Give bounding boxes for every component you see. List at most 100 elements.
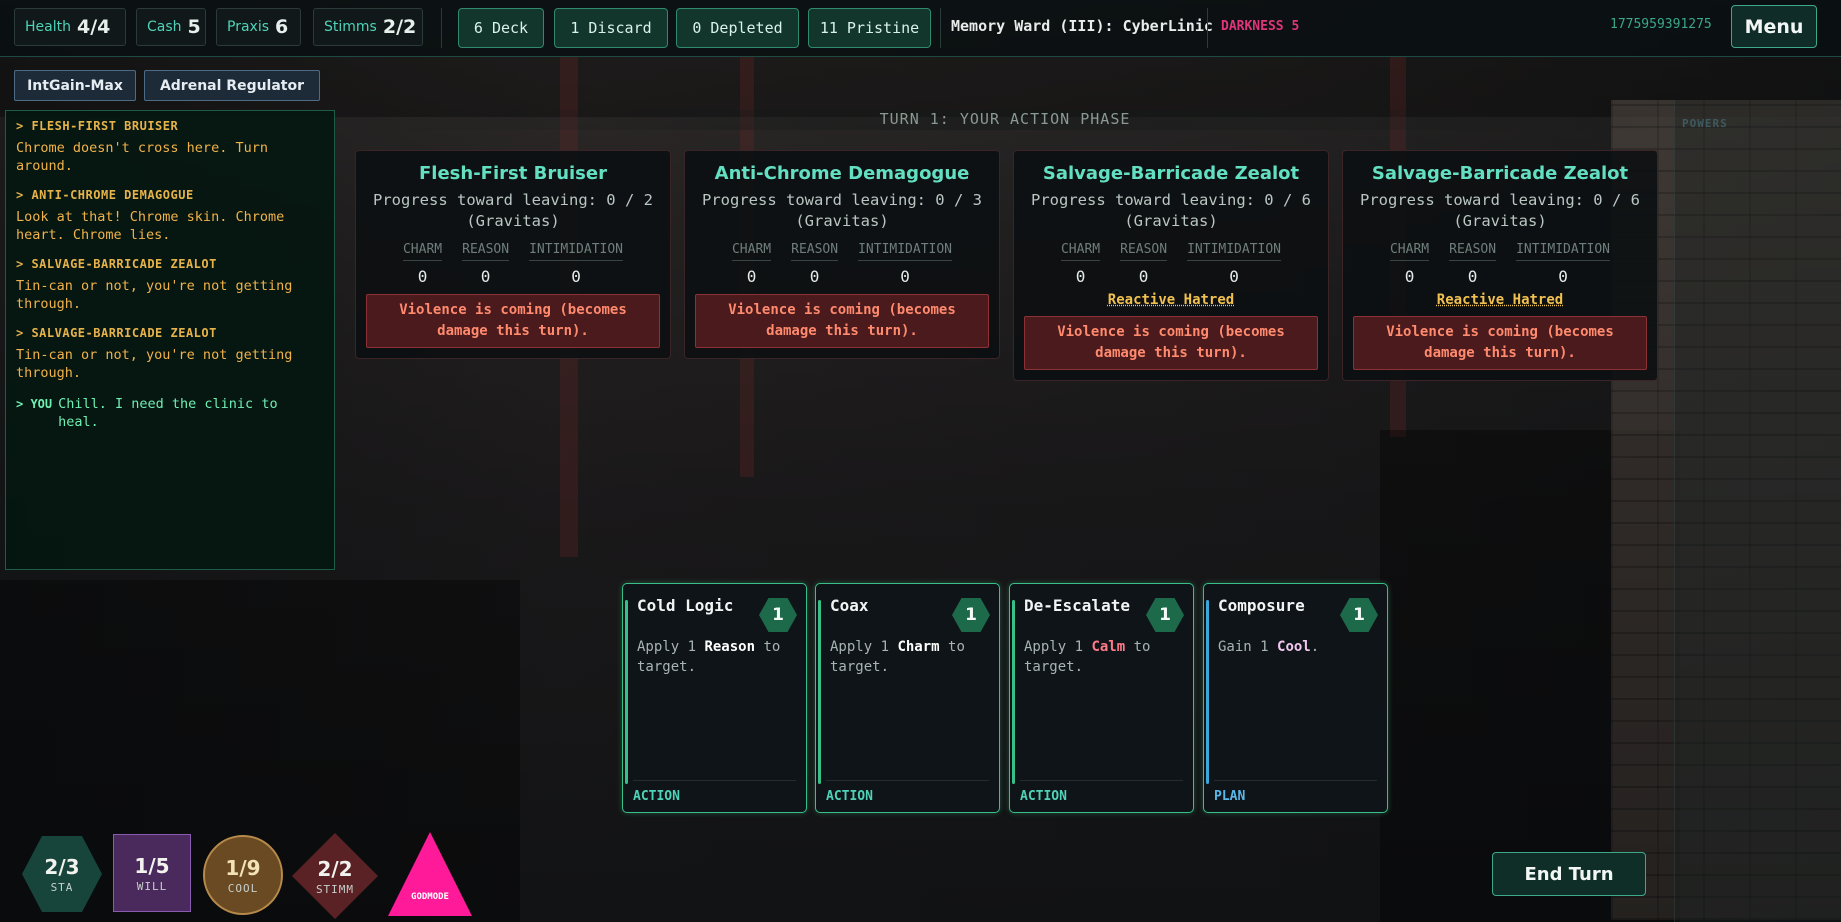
card-description: Apply 1 Calm to target.: [1024, 639, 1151, 675]
enemy-name: Salvage-Barricade Zealot: [1371, 163, 1629, 184]
enemy-progress: Progress toward leaving: 0 / 2 (Gravitas…: [373, 191, 653, 230]
stamina-label: STA: [50, 880, 74, 894]
menu-button[interactable]: Menu: [1731, 5, 1817, 48]
charm-value: 0: [1075, 267, 1086, 286]
reason-value: 0: [1138, 267, 1149, 286]
dialogue-log: > FLESH-FIRST BRUISER Chrome doesn't cro…: [5, 110, 335, 570]
enemy-intent: Violence is coming (becomes damage this …: [1024, 316, 1318, 370]
enemy-name: Anti-Chrome Demagogue: [714, 163, 970, 184]
enemy-intent: Violence is coming (becomes damage this …: [1353, 316, 1647, 370]
enemy-name: Flesh-First Bruiser: [419, 163, 607, 184]
godmode-triangle-button[interactable]: GODMODE: [388, 832, 472, 916]
stimm-label: STIMM: [315, 882, 355, 896]
charm-label: CHARM: [1389, 242, 1430, 261]
enemy-stats: CHARM 0 REASON 0 INTIMIDATION 0: [695, 242, 989, 286]
log-entry: > ANTI-CHROME DEMAGOGUE Look at that! Ch…: [16, 188, 324, 244]
log-text: Tin-can or not, you're not getting throu…: [16, 347, 293, 381]
charm-value: 0: [1404, 267, 1415, 286]
cash-label: Cash: [147, 19, 182, 35]
stamina-value: 2/3: [44, 854, 80, 879]
augment-adrenal-regulator[interactable]: Adrenal Regulator: [144, 70, 320, 101]
log-speaker: > SALVAGE-BARRICADE ZEALOT: [16, 257, 217, 271]
enemy-name: Salvage-Barricade Zealot: [1042, 163, 1300, 184]
depleted-pile-button[interactable]: 0 Depleted: [676, 8, 799, 48]
charm-label: CHARM: [402, 242, 443, 261]
enemy-reactive-trait[interactable]: Reactive Hatred: [1353, 292, 1647, 308]
location-title: Memory Ward (III): CyberLinic: [951, 17, 1213, 35]
intimidation-value: 0: [571, 267, 581, 286]
log-player-prefix: > YOU: [16, 397, 53, 411]
intimidation-label: INTIMIDATION: [858, 242, 953, 261]
powers-label: POWERS: [1682, 117, 1728, 130]
enemy-intent: Violence is coming (becomes damage this …: [695, 294, 989, 348]
cool-label: COOL: [227, 881, 259, 895]
pristine-pile-button[interactable]: 11 Pristine: [808, 8, 931, 48]
card-type: ACTION: [633, 780, 796, 804]
cool-value: 1/9: [225, 855, 261, 880]
reason-label: REASON: [791, 242, 839, 261]
cash-stat: Cash 5: [136, 8, 206, 46]
stimm-diamond-icon[interactable]: 2/2 STIMM: [292, 833, 378, 919]
intimidation-label: INTIMIDATION: [1187, 242, 1282, 261]
intimidation-value: 0: [900, 267, 910, 286]
augment-intgain-max[interactable]: IntGain-Max: [14, 70, 136, 101]
enemy-card-salvage-barricade-zealot[interactable]: Salvage-Barricade Zealot Progress toward…: [1342, 150, 1658, 381]
card-description: Apply 1 Charm to target.: [830, 639, 965, 675]
enemy-reactive-trait[interactable]: Reactive Hatred: [1024, 292, 1318, 308]
praxis-label: Praxis: [227, 19, 269, 35]
reason-label: REASON: [1449, 242, 1497, 261]
log-entry: > SALVAGE-BARRICADE ZEALOT Tin-can or no…: [16, 257, 324, 313]
stimm-value: 2/2: [317, 856, 353, 881]
card-description: Gain 1 Cool.: [1218, 639, 1320, 655]
enemy-card-flesh-first-bruiser[interactable]: Flesh-First Bruiser Progress toward leav…: [355, 150, 671, 359]
enemy-progress: Progress toward leaving: 0 / 6 (Gravitas…: [1031, 191, 1311, 230]
intimidation-value: 0: [1229, 267, 1239, 286]
reason-label: REASON: [1120, 242, 1168, 261]
charm-value: 0: [417, 267, 428, 286]
run-seed: 1775959391275: [1610, 17, 1712, 32]
enemy-card-salvage-barricade-zealot[interactable]: Salvage-Barricade Zealot Progress toward…: [1013, 150, 1329, 381]
deck-pile-button[interactable]: 6 Deck: [458, 8, 544, 48]
enemy-stats: CHARM 0 REASON 0 INTIMIDATION 0: [1353, 242, 1647, 286]
reason-value: 0: [1467, 267, 1478, 286]
card-type: PLAN: [1214, 780, 1377, 804]
log-text: Chrome doesn't cross here. Turn around.: [16, 140, 268, 174]
enemy-progress: Progress toward leaving: 0 / 6 (Gravitas…: [1360, 191, 1640, 230]
cool-circle-icon: 1/9 COOL: [203, 835, 283, 915]
enemy-stats: CHARM 0 REASON 0 INTIMIDATION 0: [366, 242, 660, 286]
charm-label: CHARM: [1060, 242, 1101, 261]
intimidation-label: INTIMIDATION: [529, 242, 624, 261]
enemy-card-anti-chrome-demagogue[interactable]: Anti-Chrome Demagogue Progress toward le…: [684, 150, 1000, 359]
top-bar: Health 4/4 Cash 5 Praxis 6 Stimms 2/2 6 …: [0, 0, 1841, 57]
charm-label: CHARM: [731, 242, 772, 261]
log-entry: > FLESH-FIRST BRUISER Chrome doesn't cro…: [16, 119, 324, 175]
log-speaker: > SALVAGE-BARRICADE ZEALOT: [16, 326, 217, 340]
health-value: 4/4: [76, 16, 111, 38]
card-type: ACTION: [826, 780, 989, 804]
enemy-intent: Violence is coming (becomes damage this …: [366, 294, 660, 348]
intimidation-label: INTIMIDATION: [1516, 242, 1611, 261]
log-entry-player: > YOU Chill. I need the clinic to heal.: [16, 395, 324, 431]
hand-card-cold-logic[interactable]: Cold Logic 1 Apply 1 Reason to target. A…: [622, 583, 807, 813]
intimidation-value: 0: [1558, 267, 1568, 286]
will-label: WILL: [136, 879, 168, 893]
stimms-stat: Stimms 2/2: [313, 8, 423, 46]
log-text: Look at that! Chrome skin. Chrome heart.…: [16, 209, 285, 243]
hand-card-coax[interactable]: Coax 1 Apply 1 Charm to target. ACTION: [815, 583, 1000, 813]
praxis-value: 6: [275, 16, 289, 38]
enemy-stats: CHARM 0 REASON 0 INTIMIDATION 0: [1024, 242, 1318, 286]
discard-pile-button[interactable]: 1 Discard: [554, 8, 668, 48]
will-square-icon: 1/5 WILL: [113, 834, 191, 912]
log-speaker: > FLESH-FIRST BRUISER: [16, 119, 179, 133]
will-value: 1/5: [134, 853, 170, 878]
praxis-stat: Praxis 6: [216, 8, 301, 46]
hand-card-de-escalate[interactable]: De-Escalate 1 Apply 1 Calm to target. AC…: [1009, 583, 1194, 813]
hand-card-composure[interactable]: Composure 1 Gain 1 Cool. PLAN: [1203, 583, 1388, 813]
stamina-hex-icon: 2/3 STA: [22, 836, 102, 912]
log-speaker: > ANTI-CHROME DEMAGOGUE: [16, 188, 194, 202]
stimms-value: 2/2: [382, 16, 417, 38]
end-turn-button[interactable]: End Turn: [1492, 852, 1646, 896]
health-label: Health: [25, 19, 71, 35]
powers-panel: [1674, 100, 1841, 922]
card-description: Apply 1 Reason to target.: [637, 639, 781, 675]
